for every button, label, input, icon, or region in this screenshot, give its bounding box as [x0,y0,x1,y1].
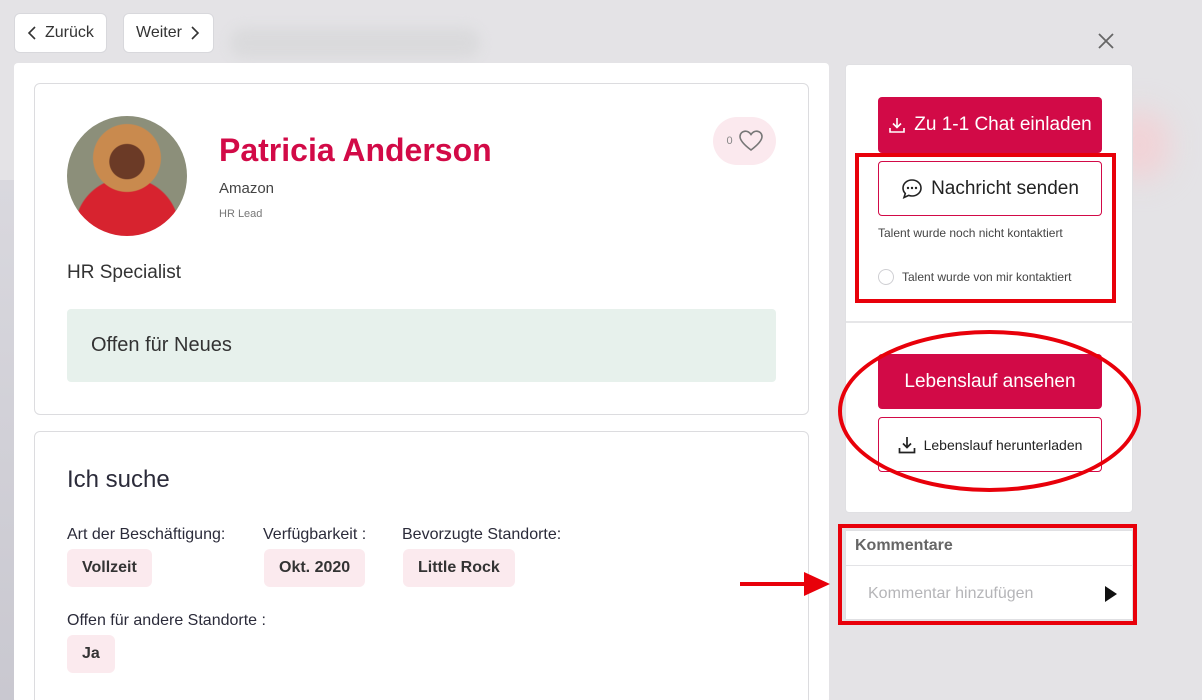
availability-chip: Okt. 2020 [264,549,366,587]
comments-title: Kommentare [855,537,953,554]
actions-panel: Zu 1-1 Chat einladen Nachricht senden Ta… [845,64,1134,513]
chat-invite-label: Zu 1-1 Chat einladen [914,114,1092,135]
back-button[interactable]: Zurück [14,13,107,53]
next-button-label: Weiter [136,24,182,41]
divider [846,321,1134,323]
comments-box: Kommentare [845,530,1133,620]
search-card: Ich suche Art der Beschäftigung: Vollzei… [34,431,809,700]
contact-status-text: Talent wurde noch nicht kontaktiert [878,226,1063,240]
download-icon [889,118,906,133]
locations-label: Bevorzugte Standorte: [402,526,562,543]
like-button[interactable]: 0 [713,117,776,165]
job-title: HR Specialist [67,262,182,283]
download-icon [898,436,915,453]
employment-type-label: Art der Beschäftigung: [67,526,226,543]
close-icon[interactable] [1096,31,1116,51]
status-box: Offen für Neues [67,309,776,382]
heart-icon [738,130,763,152]
profile-company: Amazon [219,180,275,197]
contacted-checkbox[interactable]: Talent wurde von mir kontaktiert [878,269,1071,285]
contacted-radio[interactable] [878,269,894,285]
play-send-icon[interactable] [1104,585,1118,603]
download-cv-button[interactable]: Lebenslauf herunterladen [878,417,1102,472]
next-button[interactable]: Weiter [123,13,214,53]
locations-chip: Little Rock [403,549,515,587]
comment-input[interactable] [868,583,1088,605]
chat-bubble-icon [902,178,922,199]
background-blur [0,180,14,700]
chevron-right-icon [191,26,200,40]
availability-label: Verfügbarkeit : [263,526,367,543]
download-cv-label: Lebenslauf herunterladen [923,436,1083,453]
view-cv-label: Lebenslauf ansehen [904,370,1076,392]
back-button-label: Zurück [45,24,94,41]
chevron-left-icon [27,26,36,40]
other-locations-chip: Ja [67,635,115,673]
main-panel: Patricia Anderson Amazon HR Lead 0 HR Sp… [14,63,829,700]
avatar [67,116,187,236]
view-cv-button[interactable]: Lebenslauf ansehen [878,354,1102,409]
background-blur [230,28,480,58]
section-title: Ich suche [67,466,170,493]
profile-card: Patricia Anderson Amazon HR Lead 0 HR Sp… [34,83,809,415]
divider [846,565,1132,566]
employment-type-chip: Vollzeit [67,549,152,587]
profile-name: Patricia Anderson [219,132,492,168]
profile-role: HR Lead [219,208,263,220]
send-message-button[interactable]: Nachricht senden [878,161,1102,216]
contacted-checkbox-label: Talent wurde von mir kontaktiert [902,270,1072,284]
like-count: 0 [726,135,733,147]
other-locations-label: Offen für andere Standorte : [67,612,266,629]
chat-invite-button[interactable]: Zu 1-1 Chat einladen [878,97,1102,153]
send-message-label: Nachricht senden [931,177,1079,199]
